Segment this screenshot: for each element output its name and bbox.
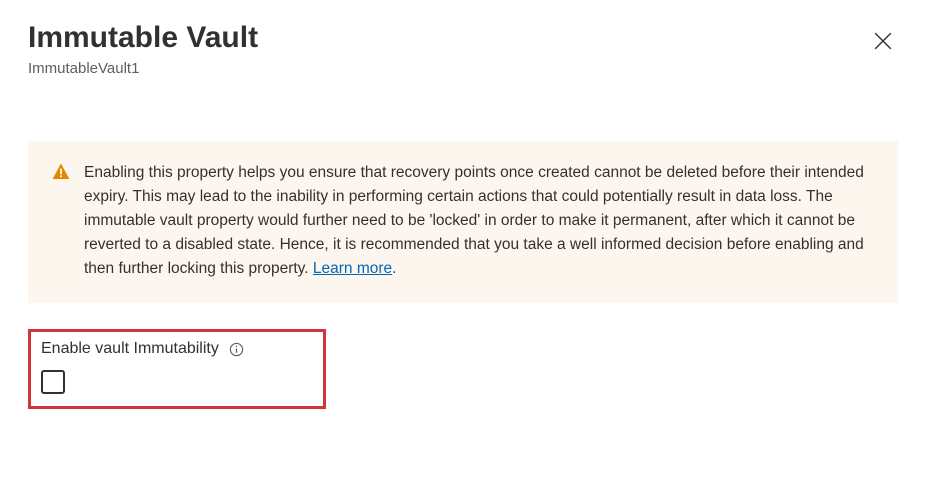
enable-immutability-checkbox[interactable] bbox=[41, 370, 65, 394]
panel-header: Immutable Vault ImmutableVault1 bbox=[28, 20, 898, 77]
info-icon[interactable] bbox=[229, 342, 244, 357]
close-icon bbox=[874, 38, 892, 53]
learn-more-link[interactable]: Learn more bbox=[313, 260, 392, 277]
title-block: Immutable Vault ImmutableVault1 bbox=[28, 20, 258, 77]
enable-immutability-section: Enable vault Immutability bbox=[28, 329, 326, 409]
warning-banner: Enabling this property helps you ensure … bbox=[28, 141, 898, 303]
warning-text: Enabling this property helps you ensure … bbox=[84, 161, 874, 281]
close-button[interactable] bbox=[868, 26, 898, 59]
enable-immutability-label: Enable vault Immutability bbox=[41, 340, 219, 358]
warning-icon bbox=[52, 163, 70, 186]
warning-message: Enabling this property helps you ensure … bbox=[84, 164, 864, 277]
checkbox-label-row: Enable vault Immutability bbox=[41, 340, 313, 358]
page-subtitle: ImmutableVault1 bbox=[28, 60, 258, 77]
page-title: Immutable Vault bbox=[28, 20, 258, 56]
